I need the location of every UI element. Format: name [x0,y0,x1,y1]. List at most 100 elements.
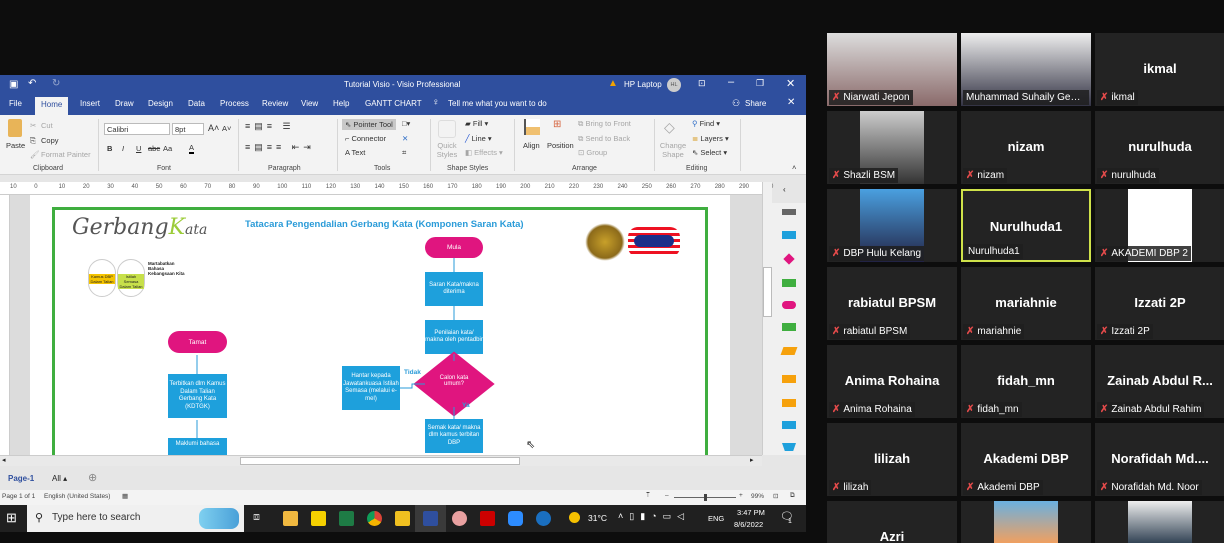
quick-styles-button[interactable]: Quick Styles [434,141,460,159]
participant-tile[interactable]: Azri [827,501,957,543]
tab-process[interactable]: Process [220,99,249,108]
tab-review[interactable]: Review [262,99,288,108]
scroll-right-button[interactable]: ▸ [750,456,754,464]
participant-tile[interactable]: Norafidah Md.... ✗ Norafidah Md. Noor [1095,423,1224,496]
stencil-shape[interactable] [782,323,796,331]
presentation-icon[interactable]: ⍑ [646,492,650,500]
pointer-tool-button[interactable]: ⇖ Pointer Tool [342,119,396,130]
participant-tile[interactable]: Akademi DBP ✗ Akademi DBP [961,423,1091,496]
windows-start-icon[interactable]: ⊞ [6,510,17,526]
participant-tile[interactable]: ✗ Shazli BSM [827,111,957,184]
effects-button[interactable]: ◧ Effects ▾ [465,148,503,157]
participant-tile[interactable]: Nurulhuda1 Nurulhuda1 [961,189,1091,262]
zoom-level[interactable]: 99% [751,493,764,500]
acrobat-icon[interactable] [480,511,495,526]
scroll-thumb[interactable] [240,457,520,465]
vertical-scrollbar[interactable] [762,182,772,455]
underline-button[interactable]: U [136,144,141,153]
tips-icon[interactable] [395,511,410,526]
italic-button[interactable]: I [122,144,124,153]
tab-insert[interactable]: Insert [80,99,100,108]
participant-tile[interactable]: ✗ Niarwati Jepon [827,33,957,106]
tab-file[interactable]: File [9,99,22,108]
layers-button[interactable]: ≣ Layers ▾ [692,134,729,143]
ribbon-display-icon[interactable]: ⊡ [698,78,706,89]
zoom-in-button[interactable]: + [739,492,743,499]
chrome-icon[interactable] [367,511,382,526]
search-box[interactable]: ⚲ Type here to search [27,505,244,532]
participant-tile[interactable]: rabiatul BPSM ✗ rabiatul BPSM [827,267,957,340]
collapse-shapes-icon[interactable]: ‹ [783,185,786,194]
stencil-shape[interactable] [780,347,798,355]
participant-tile[interactable]: Anima Rohaina ✗ Anima Rohaina [827,345,957,418]
change-shape-button[interactable]: Change Shape [658,141,688,159]
temperature[interactable]: 31°C [588,513,607,523]
stencil-shape[interactable] [782,231,796,239]
participant-tile[interactable]: nurulhuda ✗ nurulhuda [1095,111,1224,184]
add-page-icon[interactable]: ⊕ [88,471,97,484]
participant-tile[interactable]: Muhammad Suhaily Geor... [961,33,1091,106]
zoom-app-icon[interactable] [508,511,523,526]
snipping-icon[interactable] [452,511,467,526]
font-size-select[interactable]: 8pt [172,123,204,135]
system-tray-icons[interactable]: ˄▯▮◔▭◁ [618,511,690,522]
macro-icon[interactable]: ▦ [122,492,128,500]
stencil-shape[interactable] [782,301,796,309]
tab-gantt-chart[interactable]: GANTT CHART [365,99,422,108]
sticky-notes-icon[interactable] [311,511,326,526]
stencil-shape[interactable] [782,209,796,215]
bold-button[interactable]: B [107,144,112,153]
drawing-page[interactable]: GerbangKata Tatacara Pengendalian Gerban… [30,195,730,455]
close-doc-button[interactable]: ✕ [787,97,795,108]
tab-design[interactable]: Design [148,99,173,108]
account-label[interactable]: HP Laptop [624,80,662,89]
participant-tile[interactable]: ✗ DBP Hulu Kelang [827,189,957,262]
participant-tile[interactable] [1095,501,1224,543]
participant-tile[interactable]: ikmal ✗ ikmal [1095,33,1224,106]
participant-tile[interactable]: nizam ✗ nizam [961,111,1091,184]
close-connector-icon[interactable]: ✕ [402,134,408,143]
scroll-left-button[interactable]: ◂ [2,456,6,464]
bring-to-front-button[interactable]: ⧉ Bring to Front [578,119,631,129]
group-button[interactable]: ⊡ Group [578,148,607,157]
tab-home[interactable]: Home [35,97,69,115]
search-input[interactable]: Type here to search [52,512,140,523]
tab-view[interactable]: View [301,99,318,108]
switch-windows-icon[interactable]: ⧉ [790,492,795,500]
tab-help[interactable]: Help [333,99,349,108]
tab-draw[interactable]: Draw [115,99,134,108]
stencil-shape[interactable] [782,399,796,407]
stencil-shape[interactable] [782,279,796,287]
connection-point-icon[interactable]: ⌗ [402,148,406,158]
participant-tile[interactable] [961,501,1091,543]
redo-icon[interactable]: ↻ [52,78,60,89]
input-language[interactable]: ENG [708,514,724,523]
tell-me-input[interactable]: Tell me what you want to do [448,99,547,108]
save-icon[interactable]: ▣ [9,79,18,90]
participant-tile[interactable]: fidah_mn ✗ fidah_mn [961,345,1091,418]
grow-font-button[interactable]: A˄ [208,123,219,133]
participant-tile[interactable]: lilizah ✗ lilizah [827,423,957,496]
participant-tile[interactable]: Zainab Abdul R... ✗ Zainab Abdul Rahim [1095,345,1224,418]
tab-data[interactable]: Data [188,99,205,108]
avatar[interactable]: HL [667,78,681,92]
drawing-canvas[interactable]: GerbangKata Tatacara Pengendalian Gerban… [10,195,762,455]
zoom-slider[interactable] [674,494,736,501]
connector-button[interactable]: ⌐ Connector [345,134,386,143]
participant-tile[interactable]: mariahnie ✗ mariahnie [961,267,1091,340]
rectangle-tool[interactable]: □▾ [402,119,410,128]
align-button[interactable]: Align [523,141,540,150]
select-button[interactable]: ⇖ Select ▾ [692,148,727,157]
tab-page-1[interactable]: Page-1 [8,474,34,483]
stencil-shape[interactable] [782,375,796,383]
align-top-buttons[interactable]: ≡▤≡ ☰ [245,121,295,132]
stencil-shape[interactable] [782,443,796,451]
format-painter-button[interactable]: Format Painter [41,150,91,159]
file-explorer-icon[interactable] [283,511,298,526]
shrink-font-button[interactable]: A˅ [222,124,231,133]
visio-taskbar-button[interactable] [415,505,446,532]
restore-button[interactable]: ❐ [756,78,764,89]
zoom-out-button[interactable]: – [665,492,669,499]
all-pages-button[interactable]: All ▴ [52,474,67,483]
font-color-button[interactable]: A [189,143,195,154]
